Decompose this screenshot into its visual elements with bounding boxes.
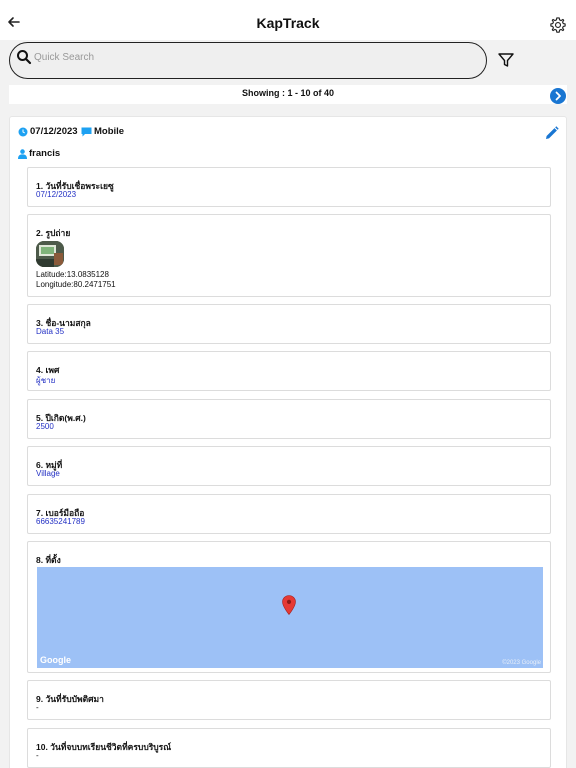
google-logo: Google [40,655,71,665]
field-salvation-date[interactable]: 1. วันที่รับเชื่อพระเยซู 07/12/2023 [27,167,551,207]
field-birth-year[interactable]: 5. ปีเกิด(พ.ศ.) 2500 [27,399,551,439]
gear-icon[interactable] [549,16,567,34]
clock-icon [18,127,28,136]
chat-icon [81,127,92,136]
record-user: francis [18,148,60,159]
field-mobile-number[interactable]: 7. เบอร์มือถือ 66635241789 [27,494,551,534]
pagination-bar: Showing : 1 - 10 of 40 [9,85,567,104]
photo-longitude: Longitude:80.2471751 [36,280,116,289]
search-input[interactable] [34,49,474,65]
edit-pencil-icon[interactable] [544,126,559,141]
record-date-text: 07/12/2023 [30,126,78,137]
field-gender[interactable]: 4. เพศ ผู้ชาย [27,351,551,391]
app-title: KapTrack [256,15,320,31]
map-pin-icon[interactable] [282,595,296,615]
field-life-lessons-complete-date[interactable]: 10. วันที่จบบทเรียนชีวิตที่ครบบริบูรณ์ - [27,728,551,768]
field-location[interactable]: 8. ที่ตั้ง Google ©2023 Google [27,541,551,673]
field-photo[interactable]: 2. รูปถ่าย Latitude:13.0835128 Longitude… [27,214,551,297]
map-copyright: ©2023 Google [502,660,541,666]
pagination-text: Showing : 1 - 10 of 40 [241,88,334,98]
location-map[interactable]: Google ©2023 Google [37,567,543,668]
photo-latitude: Latitude:13.0835128 [36,270,109,279]
field-full-name[interactable]: 3. ชื่อ-นามสกุล Data 35 [27,304,551,344]
photo-image [36,241,64,267]
search-icon [17,50,32,65]
search-box[interactable] [9,42,487,79]
record-date: 07/12/2023 [18,126,78,137]
search-bar-row [0,40,576,82]
record-card: 07/12/2023 Mobile francis 1. วันที่รับเช… [9,116,567,768]
record-source: Mobile [81,126,124,137]
filter-icon[interactable] [497,51,515,69]
record-source-text: Mobile [94,126,125,137]
field-baptism-date[interactable]: 9. วันที่รับบัพติศมา - [27,680,551,720]
user-icon [18,148,27,159]
photo-thumbnail[interactable] [36,241,64,267]
field-village[interactable]: 6. หมู่ที่ Village [27,446,551,486]
next-page-button[interactable] [550,88,566,104]
record-user-text: francis [29,148,61,159]
